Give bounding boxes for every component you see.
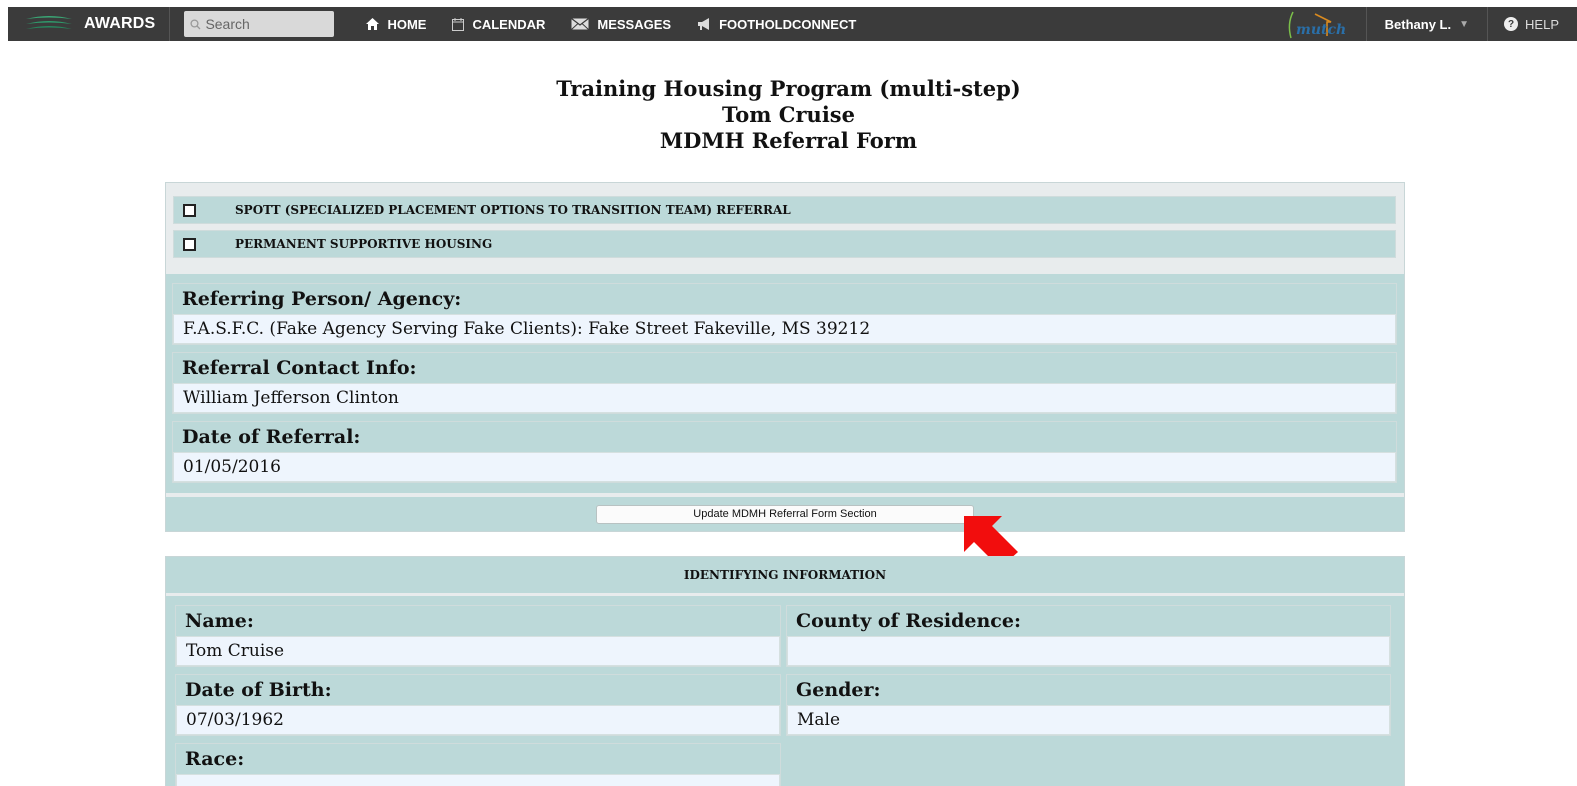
help-label: HELP bbox=[1525, 16, 1559, 32]
awards-brand[interactable]: AWARDS bbox=[8, 7, 171, 41]
psh-label: PERMANENT SUPPORTIVE HOUSING bbox=[235, 237, 493, 251]
spott-checkbox[interactable] bbox=[183, 203, 196, 217]
update-button-bar: Update MDMH Referral Form Section bbox=[166, 497, 1404, 531]
referral-type-row: PERMANENT SUPPORTIVE HOUSING bbox=[173, 230, 1396, 258]
county-label: County of Residence: bbox=[787, 606, 1390, 636]
contact-label: Referral Contact Info: bbox=[173, 353, 1396, 383]
contact-field: Referral Contact Info: William Jefferson… bbox=[172, 352, 1397, 414]
form-title: MDMH Referral Form bbox=[659, 128, 918, 153]
name-value: Tom Cruise bbox=[176, 636, 780, 666]
client-name-title: Tom Cruise bbox=[722, 102, 855, 127]
home-icon bbox=[366, 18, 380, 30]
race-field: Race: bbox=[175, 743, 781, 786]
gender-value: Male bbox=[787, 705, 1390, 735]
county-field: County of Residence: bbox=[786, 605, 1391, 667]
gender-field: Gender: Male bbox=[786, 674, 1391, 736]
user-name: Bethany L. bbox=[1384, 16, 1452, 32]
page-title-block: Training Housing Program (multi-step) To… bbox=[0, 76, 1577, 154]
nav-footholdconnect[interactable]: FOOTHOLDCONNECT bbox=[697, 17, 856, 32]
nav-home-label: HOME bbox=[387, 16, 427, 32]
contact-value: William Jefferson Clinton bbox=[173, 383, 1396, 413]
identifying-body: Name: Tom Cruise County of Residence: Da… bbox=[166, 596, 1404, 786]
nav-calendar-label: CALENDAR bbox=[472, 16, 546, 32]
psh-checkbox[interactable] bbox=[183, 237, 196, 251]
nav-right: mutch Bethany L. ▼ ? HELP bbox=[1284, 7, 1577, 41]
awards-logo-icon bbox=[26, 16, 72, 29]
megaphone-icon bbox=[697, 18, 711, 30]
chevron-down-icon: ▼ bbox=[1459, 18, 1470, 30]
dob-field: Date of Birth: 07/03/1962 bbox=[175, 674, 781, 736]
referral-date-value: 01/05/2016 bbox=[173, 452, 1396, 482]
update-referral-section-button[interactable]: Update MDMH Referral Form Section bbox=[596, 504, 974, 524]
help-icon: ? bbox=[1504, 17, 1519, 31]
nav-messages-label: MESSAGES bbox=[597, 16, 672, 32]
referral-date-label: Date of Referral: bbox=[173, 422, 1396, 452]
search-box[interactable] bbox=[184, 11, 335, 37]
search-icon bbox=[190, 18, 201, 29]
referral-details: Referring Person/ Agency: F.A.S.F.C. (Fa… bbox=[166, 274, 1404, 493]
user-menu[interactable]: Bethany L. ▼ bbox=[1365, 7, 1489, 41]
agency-label: Referring Person/ Agency: bbox=[173, 284, 1396, 314]
nav-messages[interactable]: MESSAGES bbox=[571, 17, 671, 32]
identifying-heading: IDENTIFYING INFORMATION bbox=[166, 557, 1404, 593]
race-value bbox=[176, 774, 780, 786]
org-logo-text: mutch bbox=[1296, 22, 1346, 38]
program-title: Training Housing Program (multi-step) bbox=[556, 76, 1021, 101]
dob-value: 07/03/1962 bbox=[176, 705, 780, 735]
help-link[interactable]: ? HELP bbox=[1488, 17, 1577, 32]
referral-type-row: SPOTT (SPECIALIZED PLACEMENT OPTIONS TO … bbox=[173, 196, 1396, 224]
gender-label: Gender: bbox=[787, 675, 1390, 705]
name-label: Name: bbox=[176, 606, 780, 636]
nav-calendar[interactable]: CALENDAR bbox=[452, 17, 545, 32]
top-navbar: AWARDS HOME CALENDAR MESSAGES FOOTHOLDCO… bbox=[8, 7, 1577, 41]
org-logo: mutch bbox=[1284, 7, 1352, 41]
dob-label: Date of Birth: bbox=[176, 675, 780, 705]
county-value bbox=[787, 636, 1390, 666]
search-input[interactable] bbox=[205, 16, 326, 32]
nav-footholdconnect-label: FOOTHOLDCONNECT bbox=[719, 16, 857, 32]
nav-home[interactable]: HOME bbox=[366, 17, 426, 32]
referral-panel: SPOTT (SPECIALIZED PLACEMENT OPTIONS TO … bbox=[165, 182, 1405, 532]
race-label: Race: bbox=[176, 744, 780, 774]
referral-date-field: Date of Referral: 01/05/2016 bbox=[172, 421, 1397, 483]
identifying-panel: IDENTIFYING INFORMATION Name: Tom Cruise… bbox=[165, 556, 1405, 786]
calendar-icon bbox=[452, 17, 465, 31]
agency-value: F.A.S.F.C. (Fake Agency Serving Fake Cli… bbox=[173, 314, 1396, 344]
spott-label: SPOTT (SPECIALIZED PLACEMENT OPTIONS TO … bbox=[235, 203, 791, 217]
brand-label: AWARDS bbox=[84, 15, 156, 32]
name-field: Name: Tom Cruise bbox=[175, 605, 781, 667]
agency-field: Referring Person/ Agency: F.A.S.F.C. (Fa… bbox=[172, 283, 1397, 345]
envelope-icon bbox=[571, 18, 590, 30]
